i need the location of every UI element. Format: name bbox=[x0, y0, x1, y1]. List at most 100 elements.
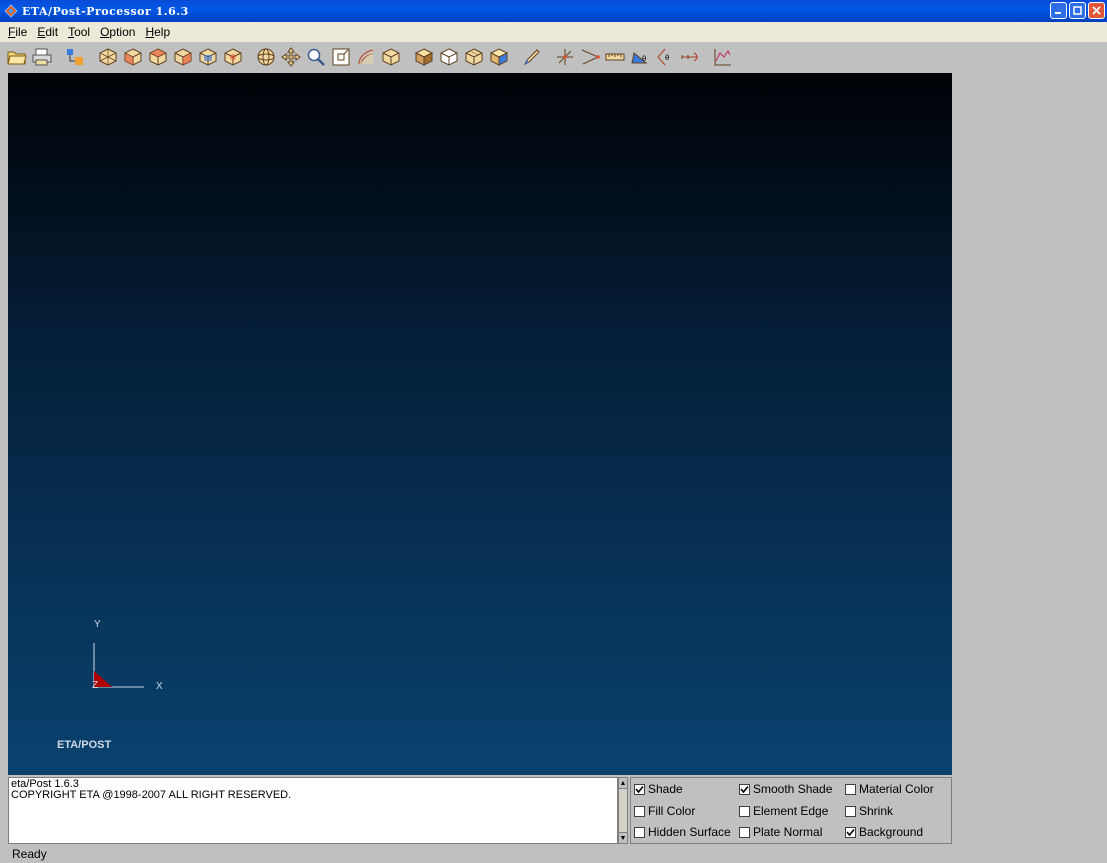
box-cube-button[interactable] bbox=[463, 46, 485, 68]
measure-distance-button[interactable] bbox=[604, 46, 626, 68]
axis-x-label: X bbox=[156, 681, 163, 692]
message-line: COPYRIGHT ETA @1998-2007 ALL RIGHT RESER… bbox=[11, 789, 292, 801]
menu-option[interactable]: Option bbox=[95, 25, 140, 39]
menu-edit[interactable]: Edit bbox=[32, 25, 63, 39]
zoom-window-button[interactable] bbox=[330, 46, 352, 68]
menu-bar: File Edit Tool Option Help bbox=[0, 22, 1107, 42]
pen-icon bbox=[523, 49, 540, 66]
view-back-icon bbox=[149, 48, 167, 66]
measure-length-button[interactable] bbox=[679, 46, 701, 68]
svg-text:θ: θ bbox=[665, 54, 669, 62]
scroll-up-button[interactable]: ▲ bbox=[619, 778, 627, 789]
angle-node-button[interactable] bbox=[579, 46, 601, 68]
measure-arc-button[interactable]: θ bbox=[654, 46, 676, 68]
hidden-cube-icon bbox=[440, 48, 458, 66]
graph-plot-button[interactable] bbox=[712, 46, 734, 68]
zoom-icon bbox=[307, 48, 325, 66]
menu-help-label: elp bbox=[154, 25, 171, 39]
menu-help-accel: H bbox=[145, 25, 155, 39]
fill-color-option[interactable]: Fill Color bbox=[634, 804, 695, 818]
solid-cube-icon bbox=[489, 48, 509, 66]
maximize-button[interactable] bbox=[1069, 2, 1086, 19]
axis-y-label: Y bbox=[94, 619, 101, 630]
shade-cube-icon bbox=[414, 48, 434, 66]
view-front-icon bbox=[124, 48, 142, 66]
view-front-button[interactable] bbox=[122, 46, 144, 68]
measure-length-icon bbox=[681, 52, 698, 62]
element-edge-option[interactable]: Element Edge bbox=[739, 804, 828, 818]
smooth-shade-option[interactable]: Smooth Shade bbox=[739, 782, 832, 796]
axis-triad bbox=[93, 643, 144, 688]
minimize-icon bbox=[1055, 12, 1061, 14]
material-color-option[interactable]: Material Color bbox=[845, 782, 934, 796]
menu-file[interactable]: File bbox=[3, 25, 32, 39]
shade-cube-button[interactable] bbox=[413, 46, 435, 68]
close-button[interactable] bbox=[1088, 2, 1105, 19]
view-back-button[interactable] bbox=[147, 46, 169, 68]
open-button[interactable] bbox=[6, 46, 28, 68]
message-console[interactable]: eta/Post 1.6.3 COPYRIGHT ETA @1998-2007 … bbox=[8, 777, 618, 844]
node-button[interactable] bbox=[554, 46, 576, 68]
pen-button[interactable] bbox=[521, 46, 543, 68]
plate-normal-option[interactable]: Plate Normal bbox=[739, 825, 822, 839]
checkmark-icon bbox=[635, 785, 644, 793]
measure-arc-icon: θ bbox=[657, 48, 669, 66]
view-iso-button[interactable] bbox=[97, 46, 119, 68]
minimize-button[interactable] bbox=[1050, 2, 1067, 19]
hidden-surface-option[interactable]: Hidden Surface bbox=[634, 825, 731, 839]
zoom-button[interactable] bbox=[305, 46, 327, 68]
scroll-down-button[interactable]: ▼ bbox=[619, 832, 627, 843]
smooth-shade-checkbox[interactable] bbox=[739, 783, 750, 795]
solid-cube-button[interactable] bbox=[488, 46, 510, 68]
arrow-down-icon: ▼ bbox=[619, 834, 627, 842]
maximize-icon bbox=[1073, 6, 1082, 15]
view-top-button[interactable] bbox=[222, 46, 244, 68]
element-edge-label: Element Edge bbox=[753, 804, 829, 818]
axis-z-label: Z bbox=[92, 680, 99, 691]
view-left-button[interactable] bbox=[172, 46, 194, 68]
fit-curve-button[interactable] bbox=[355, 46, 377, 68]
element-edge-checkbox[interactable] bbox=[739, 805, 750, 817]
shade-option[interactable]: Shade bbox=[634, 782, 683, 796]
fill-color-checkbox[interactable] bbox=[634, 805, 645, 817]
hidden-surface-label: Hidden Surface bbox=[648, 825, 731, 839]
shrink-checkbox[interactable] bbox=[845, 805, 856, 817]
view-top-icon bbox=[224, 48, 242, 66]
menu-edit-label: dit bbox=[45, 25, 59, 39]
plate-normal-checkbox[interactable] bbox=[739, 826, 750, 838]
hidden-cube-button[interactable] bbox=[438, 46, 460, 68]
view-right-button[interactable] bbox=[197, 46, 219, 68]
print-icon bbox=[32, 48, 52, 66]
window-title: ETA/Post-Processor 1.6.3 bbox=[22, 4, 189, 18]
window-controls bbox=[1050, 2, 1105, 19]
fill-color-label: Fill Color bbox=[648, 804, 696, 818]
model-tree-button[interactable] bbox=[64, 46, 86, 68]
measure-angle-button[interactable]: θ bbox=[629, 46, 651, 68]
close-icon bbox=[1092, 6, 1101, 15]
wireframe-button[interactable] bbox=[380, 46, 402, 68]
pan-button[interactable] bbox=[280, 46, 302, 68]
hidden-surface-checkbox[interactable] bbox=[634, 826, 645, 838]
view-iso-icon bbox=[99, 48, 117, 66]
menu-option-label: ption bbox=[109, 25, 136, 39]
background-option[interactable]: Background bbox=[845, 825, 923, 839]
zoom-window-icon bbox=[332, 48, 350, 66]
open-folder-icon bbox=[7, 51, 27, 65]
fit-curve-icon bbox=[358, 49, 374, 65]
print-button[interactable] bbox=[31, 46, 53, 68]
menu-file-label: ile bbox=[15, 25, 28, 39]
menu-help[interactable]: Help bbox=[140, 25, 175, 39]
menu-tool[interactable]: Tool bbox=[63, 25, 95, 39]
shrink-option[interactable]: Shrink bbox=[845, 804, 893, 818]
background-checkbox[interactable] bbox=[845, 826, 856, 838]
shade-checkbox[interactable] bbox=[634, 783, 645, 795]
view-right-icon bbox=[199, 48, 217, 66]
rotate-button[interactable] bbox=[255, 46, 277, 68]
material-color-checkbox[interactable] bbox=[845, 783, 856, 795]
shade-label: Shade bbox=[648, 782, 683, 796]
message-scrollbar[interactable]: ▲ ▼ bbox=[618, 777, 628, 844]
graphics-viewport[interactable]: Y Z X ETA/POST bbox=[8, 73, 952, 775]
pan-icon bbox=[281, 47, 301, 67]
plate-normal-label: Plate Normal bbox=[753, 825, 823, 839]
shrink-label: Shrink bbox=[859, 804, 894, 818]
